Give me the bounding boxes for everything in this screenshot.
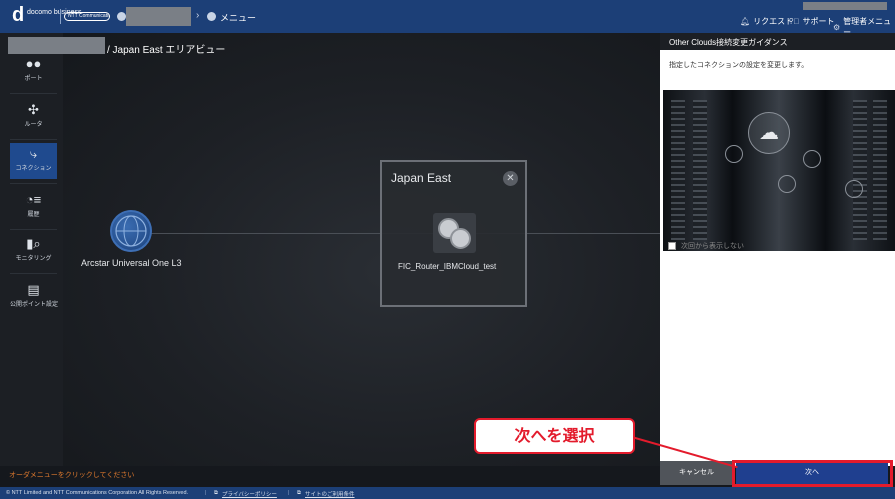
- tenant-icon: [117, 12, 126, 21]
- sidebar-item-label: 履歴: [27, 212, 40, 218]
- cloud-icon: ☁: [748, 112, 790, 154]
- cancel-button[interactable]: キャンセル: [660, 461, 733, 485]
- menu-icon[interactable]: [207, 12, 216, 21]
- datacenter-image: ☁: [663, 90, 895, 251]
- dont-show-again-label: 次回から表示しない: [681, 243, 744, 250]
- gear-icon: ⚙: [833, 22, 841, 32]
- sidebar-item-public-point[interactable]: ▤ 公開ポイント設定: [10, 279, 59, 315]
- sidebar-item-history[interactable]: ◔≡ 履歴: [10, 189, 57, 225]
- docomo-logo-mark[interactable]: d: [12, 4, 24, 26]
- footer-divider: |: [205, 490, 207, 496]
- sidebar-divider: [10, 139, 57, 140]
- breadcrumb: / Japan East エリアビュー: [107, 45, 226, 56]
- router-label: FIC_Router_IBMCloud_test: [398, 262, 497, 271]
- rack-graphic: [671, 100, 685, 240]
- user-name-redacted[interactable]: [803, 2, 887, 10]
- panel-header: Other Clouds接続変更ガイダンス: [660, 33, 895, 50]
- network-node-icon: [725, 145, 743, 163]
- privacy-icon: ⧉: [214, 490, 218, 496]
- network-node-icon: [803, 150, 821, 168]
- area-view-canvas: [63, 33, 660, 466]
- sidebar-item-connection[interactable]: ⤷ コネクション: [10, 143, 57, 179]
- sidebar-item-monitoring[interactable]: ▮⌕ モニタリング: [10, 233, 57, 269]
- network-node-icon: [778, 175, 796, 193]
- rack-graphic: [853, 100, 867, 240]
- logo-divider: [60, 9, 61, 24]
- close-icon[interactable]: ✕: [503, 171, 518, 186]
- request-link-label: リクエスト: [753, 17, 794, 26]
- router-circle-icon: [450, 228, 471, 249]
- terms-icon: ⧉: [297, 490, 301, 496]
- privacy-link[interactable]: プライバシーポリシー: [222, 490, 277, 498]
- terms-link[interactable]: サイトのご利用条件: [305, 490, 355, 498]
- guidance-panel: Other Clouds接続変更ガイダンス 指定したコネクションの設定を変更しま…: [660, 33, 895, 466]
- panel-description: 指定したコネクションの設定を変更します。: [669, 62, 809, 69]
- sidebar-item-label: モニタリング: [15, 256, 52, 262]
- sidebar-item-label: ルータ: [24, 122, 43, 128]
- public-point-icon: ▤: [27, 282, 40, 297]
- area-title: Japan East: [391, 171, 452, 185]
- sidebar-divider: [10, 93, 57, 94]
- sidebar-item-port[interactable]: ●● ポート: [10, 53, 57, 89]
- panel-title: Other Clouds接続変更ガイダンス: [669, 38, 788, 47]
- sidebar-item-label: コネクション: [15, 166, 52, 172]
- history-icon: ◔≡: [25, 192, 42, 207]
- connection-icon: ⤷: [29, 146, 38, 161]
- sidebar-divider: [10, 273, 57, 274]
- monitoring-icon: ▮⌕: [26, 236, 41, 251]
- sidebar-item-label: 公開ポイント設定: [10, 302, 59, 308]
- support-link[interactable]: ?⃝ サポート: [789, 16, 834, 27]
- chevron-right-icon: ›: [196, 10, 200, 21]
- bell-icon: 🔔︎: [740, 17, 751, 26]
- arcstar-globe-icon[interactable]: [110, 210, 152, 252]
- globe-icon: [115, 215, 147, 247]
- dont-show-again-checkbox[interactable]: [668, 242, 676, 250]
- help-icon: ?⃝: [789, 17, 800, 26]
- top-bar: d docomo business NTT Communications › メ…: [0, 0, 895, 37]
- rack-graphic: [693, 100, 707, 240]
- tenant-breadcrumb-redacted[interactable]: [8, 37, 105, 54]
- footer: © NTT Limited and NTT Communications Cor…: [0, 487, 895, 499]
- left-sidebar: ●● ポート ✣ ルータ ⤷ コネクション ◔≡ 履歴 ▮⌕ モニタリング ▤ …: [0, 33, 63, 466]
- tenant-name-redacted[interactable]: [126, 7, 191, 26]
- network-node-icon: [845, 180, 863, 198]
- ntt-communications-logo: NTT Communications: [64, 12, 110, 21]
- sidebar-item-label: ポート: [24, 76, 43, 82]
- copyright-text: © NTT Limited and NTT Communications Cor…: [6, 490, 189, 496]
- japan-east-area-box[interactable]: Japan East ✕ FIC_Router_IBMCloud_test: [380, 160, 527, 307]
- router-icon: ✣: [28, 102, 39, 117]
- instruction-callout: 次へを選択: [474, 418, 635, 454]
- dont-show-again-option[interactable]: 次回から表示しない: [668, 241, 744, 251]
- support-link-label: サポート: [802, 17, 835, 26]
- order-hint-text: オーダメニューをクリックしてください: [9, 472, 135, 479]
- footer-divider: |: [288, 490, 290, 496]
- rack-graphic: [873, 100, 887, 240]
- next-button-highlight: [732, 460, 893, 487]
- arcstar-label: Arcstar Universal One L3: [81, 258, 182, 268]
- router-node-icon[interactable]: [433, 213, 476, 253]
- sidebar-divider: [10, 229, 57, 230]
- menu-link[interactable]: メニュー: [220, 11, 256, 24]
- port-icon: ●●: [25, 56, 42, 71]
- request-link[interactable]: 🔔︎ リクエスト: [740, 16, 793, 27]
- sidebar-divider: [10, 183, 57, 184]
- sidebar-item-router[interactable]: ✣ ルータ: [10, 99, 57, 135]
